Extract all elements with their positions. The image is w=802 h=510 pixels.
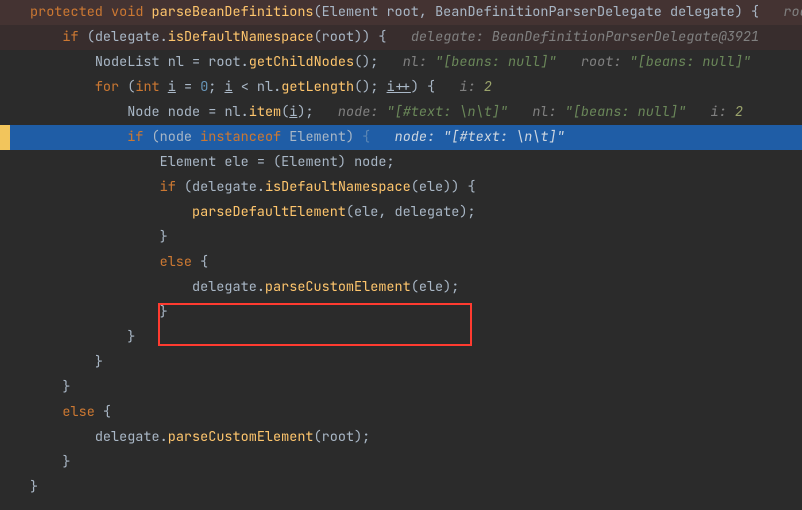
code-line: if (delegate.isDefaultNamespace(root)) {… <box>0 25 802 50</box>
code-line: else { <box>0 400 802 425</box>
method-call: parseDefaultElement <box>192 203 346 221</box>
type: NodeList <box>95 53 160 71</box>
code-editor[interactable]: protected void parseBeanDefinitions(Elem… <box>0 0 802 510</box>
method-call: item <box>249 103 281 121</box>
inlay-hint: root: <box>783 3 802 21</box>
code-line: Node node = nl.item(i); node: "[#text: \… <box>0 100 802 125</box>
param-name: delegate <box>670 3 735 21</box>
code-line: if (delegate.isDefaultNamespace(ele)) { <box>0 175 802 200</box>
keyword-instanceof: instanceof <box>200 128 281 146</box>
code-line: parseDefaultElement(ele, delegate); <box>0 200 802 225</box>
keyword-if: if <box>62 28 78 46</box>
code-line: } <box>0 225 802 250</box>
code-line: } <box>0 375 802 400</box>
method-call: parseCustomElement <box>265 278 411 296</box>
method-call: isDefaultNamespace <box>168 28 314 46</box>
code-line: } <box>0 350 802 375</box>
inlay-hint: node: "[#text: \n\t]" <box>338 103 508 121</box>
param-type: Element <box>322 3 379 21</box>
keyword-else: else <box>160 253 192 271</box>
code-line: } <box>0 475 802 500</box>
inlay-hint: i: 2 <box>459 78 491 96</box>
code-line: else { <box>0 250 802 275</box>
code-line: for (int i = 0; i < nl.getLength(); i++)… <box>0 75 802 100</box>
method-call: getChildNodes <box>249 53 354 71</box>
method-call: parseCustomElement <box>168 428 314 446</box>
keyword-if: if <box>160 178 176 196</box>
inlay-hint: node: "[#text: \n\t]" <box>395 128 565 146</box>
keyword-void: void <box>111 3 143 21</box>
param-name: root <box>386 3 418 21</box>
code-line: protected void parseBeanDefinitions(Elem… <box>0 0 802 25</box>
code-line: delegate.parseCustomElement(ele); <box>0 275 802 300</box>
brace: { <box>751 3 759 21</box>
inlay-hint: delegate: BeanDefinitionParserDelegate@3… <box>411 28 759 46</box>
keyword-else: else <box>62 403 94 421</box>
keyword-for: for <box>95 78 119 96</box>
method-call: getLength <box>281 78 354 96</box>
param-type: BeanDefinitionParserDelegate <box>435 3 662 21</box>
identifier: delegate <box>95 28 160 46</box>
inlay-hint: nl: "[beans: null]" <box>532 103 686 121</box>
code-line: } <box>0 450 802 475</box>
method-name: parseBeanDefinitions <box>152 3 314 21</box>
code-line: } <box>0 325 802 350</box>
code-line: } <box>0 300 802 325</box>
inlay-hint: i: 2 <box>711 103 743 121</box>
inlay-hint: root: "[beans: null]" <box>581 53 751 71</box>
code-line: Element ele = (Element) node; <box>0 150 802 175</box>
code-line: delegate.parseCustomElement(root); <box>0 425 802 450</box>
inlay-hint: nl: "[beans: null]" <box>403 53 557 71</box>
current-execution-line: if (node instanceof Element) { node: "[#… <box>0 125 802 150</box>
keyword-if: if <box>127 128 143 146</box>
breakpoint-gutter[interactable] <box>0 125 10 150</box>
keyword-protected: protected <box>30 3 103 21</box>
method-call: isDefaultNamespace <box>265 178 411 196</box>
code-line: NodeList nl = root.getChildNodes(); nl: … <box>0 50 802 75</box>
